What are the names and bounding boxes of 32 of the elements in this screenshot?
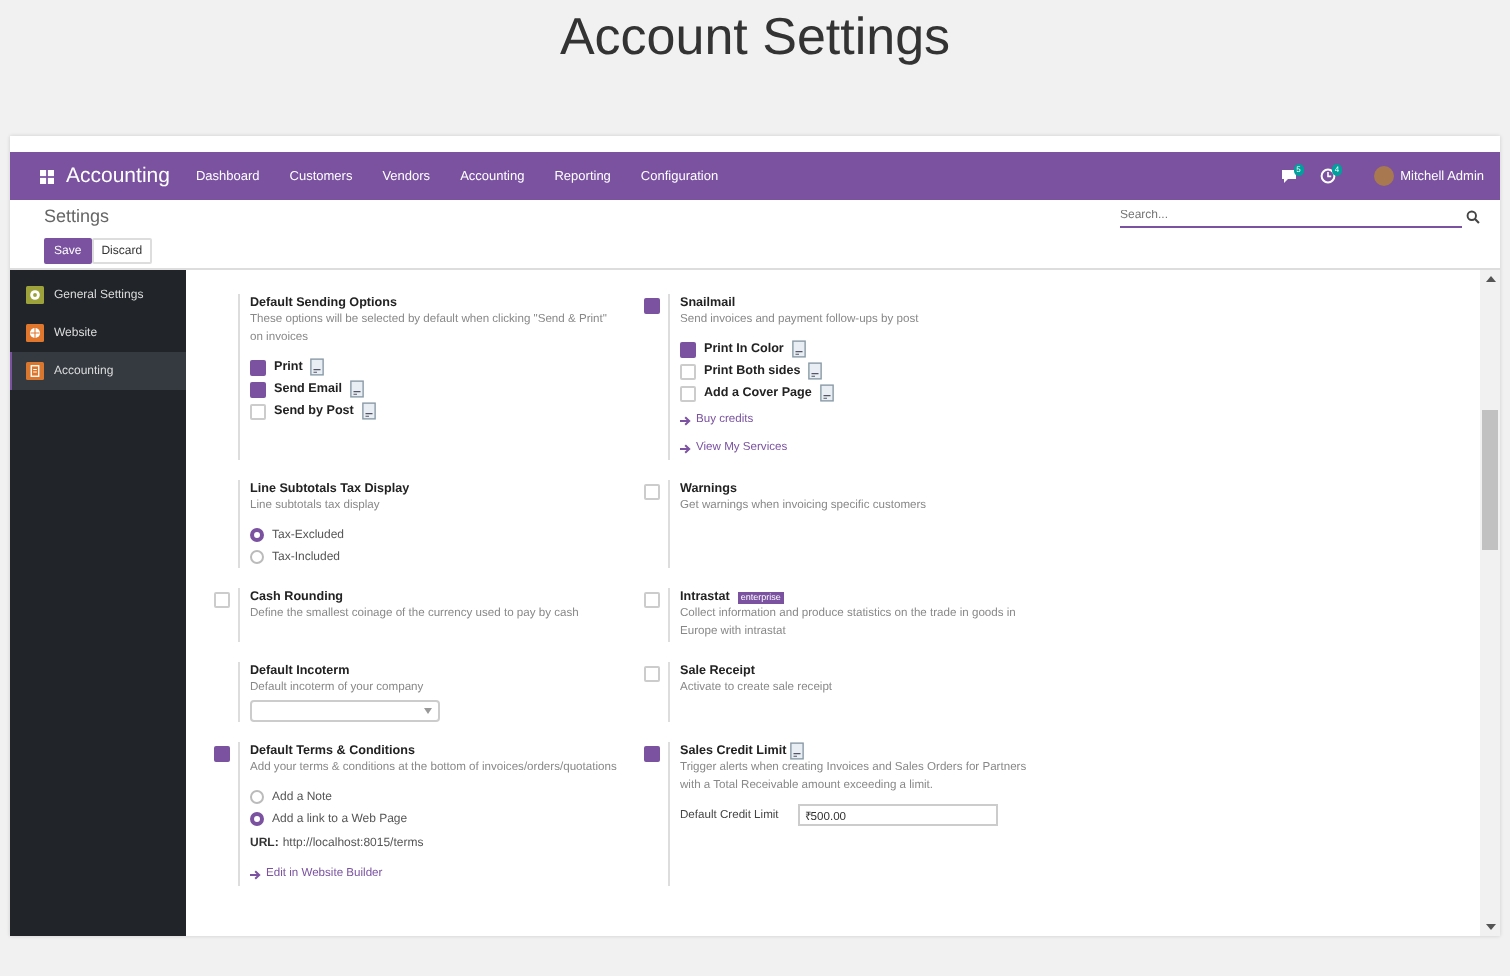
checkbox[interactable] (250, 381, 266, 397)
chat-icon[interactable] (1279, 168, 1298, 184)
search-icon[interactable] (1466, 209, 1480, 223)
breadcrumb: Settings (44, 206, 110, 226)
document-icon[interactable] (791, 340, 806, 358)
apps-menu-icon[interactable] (40, 169, 54, 183)
clock-icon[interactable] (1319, 168, 1336, 184)
document-icon[interactable] (361, 402, 376, 420)
page-title: Account Settings (557, 4, 953, 70)
caret-icon (424, 708, 432, 714)
scroll-down-icon[interactable] (1485, 924, 1495, 930)
scrollbar[interactable] (1480, 270, 1500, 936)
radio-button[interactable] (250, 550, 264, 564)
arrow-icon (680, 415, 692, 425)
document-icon[interactable] (310, 358, 325, 376)
document-icon[interactable] (808, 362, 823, 380)
radio-button[interactable] (250, 812, 264, 826)
document-icon[interactable] (819, 384, 834, 402)
scroll-up-icon[interactable] (1485, 276, 1495, 282)
checkbox[interactable] (680, 341, 696, 357)
checkbox[interactable] (644, 746, 660, 762)
scrollbar-thumb[interactable] (1482, 410, 1498, 550)
checkbox[interactable] (250, 359, 266, 375)
checkbox[interactable] (214, 746, 230, 762)
arrow-icon (250, 869, 262, 879)
app-name[interactable]: Accounting (66, 164, 170, 188)
arrow-icon (680, 443, 692, 453)
document-icon[interactable] (349, 380, 364, 398)
radio-button[interactable] (250, 790, 264, 804)
document-icon[interactable] (790, 742, 805, 760)
radio-button[interactable] (250, 528, 264, 542)
checkbox[interactable] (644, 298, 660, 314)
